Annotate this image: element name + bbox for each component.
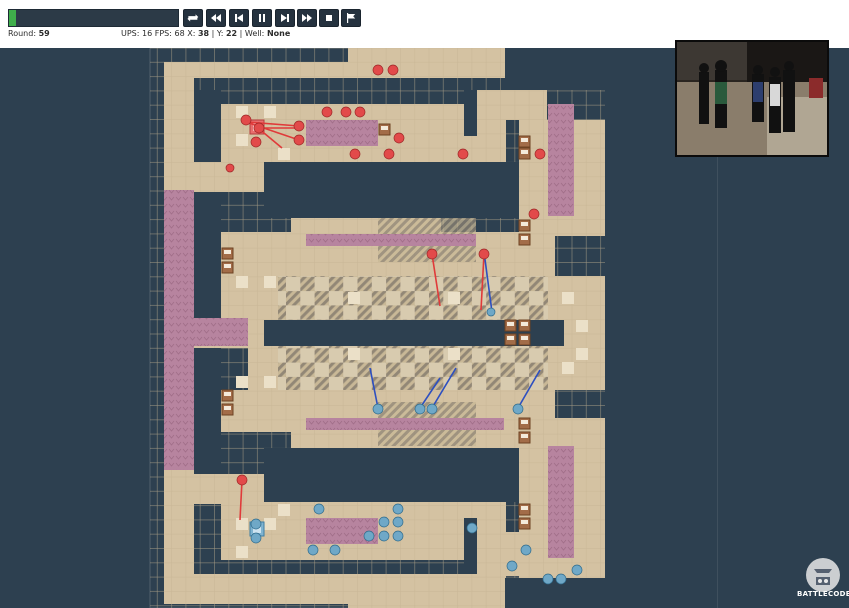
rewind-icon xyxy=(211,14,221,22)
webcam-overlay xyxy=(675,40,829,157)
well-label: Well: xyxy=(244,29,265,38)
step-back-icon xyxy=(235,14,243,22)
step-back-button[interactable] xyxy=(229,9,249,27)
round-readout: Round: 59 xyxy=(8,29,50,38)
rewind-button[interactable] xyxy=(206,9,226,27)
well-value: None xyxy=(266,29,291,38)
step-forward-icon xyxy=(281,14,289,22)
flag-button[interactable] xyxy=(341,9,361,27)
fps-value: 68 xyxy=(174,29,185,38)
stop-button[interactable] xyxy=(319,9,339,27)
match-progress-bar[interactable] xyxy=(8,9,179,27)
webcam-feed xyxy=(677,42,827,155)
battlecode-logo-text: BATTLECODE xyxy=(797,590,849,598)
y-label: Y: xyxy=(216,29,224,38)
fast-forward-icon xyxy=(302,14,312,22)
x-value: 38 xyxy=(197,29,210,38)
flag-icon xyxy=(347,13,356,23)
stop-icon xyxy=(326,15,332,21)
pause-icon xyxy=(259,14,265,22)
fps-label: FPS: xyxy=(154,29,172,38)
ups-value: 16 xyxy=(142,29,153,38)
fast-forward-button[interactable] xyxy=(297,9,317,27)
round-value: 59 xyxy=(38,29,50,38)
x-label: X: xyxy=(187,29,196,38)
match-progress-fill xyxy=(9,10,16,26)
stats-readout: UPS: 16 FPS: 68 X: 38 | Y: 22 | Well: No… xyxy=(121,29,291,38)
ups-label: UPS: xyxy=(121,29,140,38)
swap-button[interactable] xyxy=(183,9,203,27)
step-forward-button[interactable] xyxy=(275,9,295,27)
swap-icon xyxy=(187,14,199,22)
pause-button[interactable] xyxy=(252,9,272,27)
round-label: Round: xyxy=(8,29,37,38)
y-value: 22 xyxy=(225,29,238,38)
